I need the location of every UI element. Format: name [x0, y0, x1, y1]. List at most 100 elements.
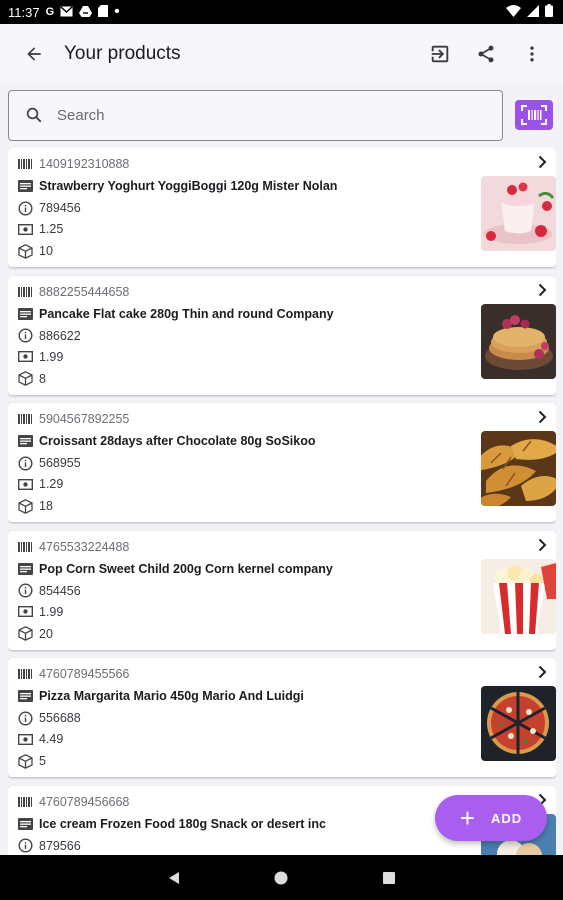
chevron-right-icon[interactable]: [534, 409, 550, 425]
product-name: Croissant 28days after Chocolate 80g SoS…: [39, 434, 316, 448]
label-icon: [18, 306, 33, 321]
import-button[interactable]: [419, 33, 461, 75]
barcode-value: 1409192310888: [39, 157, 130, 171]
search-field[interactable]: [8, 89, 503, 141]
search-icon: [23, 104, 45, 126]
share-button[interactable]: [465, 33, 507, 75]
barcode-row: 5904567892255: [18, 409, 129, 429]
chevron-right-icon[interactable]: [534, 154, 550, 170]
wifi-icon: [506, 4, 521, 20]
product-price: 1.99: [39, 604, 64, 619]
barcode-row: 8882255444658: [18, 282, 129, 302]
name-row: Ice cream Frozen Food 180g Snack or dese…: [18, 814, 326, 834]
info-icon: [18, 838, 33, 853]
import-icon: [431, 45, 449, 63]
price-icon: [18, 732, 33, 747]
barcode-icon: [18, 284, 33, 299]
product-card[interactable]: 4765533224488 Pop Corn Sweet Child 200g …: [8, 530, 556, 650]
code-row: 789456: [18, 198, 81, 218]
product-image-popcorn: [481, 558, 556, 634]
app-bar-actions: [419, 33, 553, 75]
chevron-right-icon[interactable]: [534, 282, 550, 298]
google-icon: G: [45, 6, 55, 18]
more-vert-icon: [530, 46, 534, 62]
code-row: 879566: [18, 836, 81, 856]
search-input[interactable]: [57, 106, 457, 124]
product-card[interactable]: 8882255444658 Pancake Flat cake 280g Thi…: [8, 275, 556, 395]
add-button-label: ADD: [491, 810, 523, 826]
product-code: 568955: [39, 456, 81, 470]
barcode-row: 4760789455566: [18, 664, 129, 684]
product-code: 854456: [39, 583, 81, 598]
name-row: Pancake Flat cake 280g Thin and round Co…: [18, 304, 334, 324]
price-row: 1.29: [18, 474, 63, 494]
quantity-row: 10: [18, 241, 53, 261]
scan-barcode-button[interactable]: [515, 100, 553, 130]
drive-icon: [79, 5, 93, 20]
label-icon: [18, 179, 33, 194]
back-button[interactable]: [10, 30, 58, 78]
product-code: 789456: [39, 201, 81, 215]
barcode-value: 8882255444658: [39, 284, 130, 299]
search-row: [8, 89, 556, 141]
price-row: 4.49: [18, 729, 63, 749]
plus-icon: +: [459, 803, 475, 833]
nav-recents-icon[interactable]: [381, 870, 397, 886]
info-icon: [18, 328, 33, 343]
product-name: Strawberry Yoghurt YoggiBoggi 120g Miste…: [39, 179, 338, 193]
code-row: 556688: [18, 708, 81, 728]
price-icon: [18, 477, 33, 492]
info-icon: [18, 710, 33, 726]
name-row: Croissant 28days after Chocolate 80g SoS…: [18, 431, 315, 451]
product-quantity: 10: [39, 244, 53, 258]
nav-back-icon[interactable]: [166, 870, 182, 886]
add-product-button[interactable]: + ADD: [435, 795, 547, 841]
chevron-right-icon[interactable]: [534, 664, 550, 680]
more-options-button[interactable]: [511, 33, 553, 75]
product-card[interactable]: 1409192310888 Strawberry Yoghurt YoggiBo…: [8, 148, 556, 267]
barcode-row: 4765533224488: [18, 537, 129, 557]
mail-icon: [60, 5, 73, 20]
product-name: Pop Corn Sweet Child 200g Corn kernel co…: [39, 561, 333, 576]
product-price: 4.49: [39, 732, 64, 746]
price-row: 1.25: [18, 219, 63, 239]
price-row: 1.99: [18, 602, 63, 622]
box-icon: [18, 243, 33, 259]
product-name: Pizza Margarita Mario 450g Mario And Lui…: [39, 689, 304, 703]
label-icon: [18, 689, 33, 704]
product-quantity: 8: [39, 371, 46, 386]
barcode-row: 1409192310888: [18, 154, 129, 174]
status-bar: 11:37 G •: [0, 0, 563, 24]
app-bar: Your products: [0, 24, 563, 84]
product-list: 1409192310888 Strawberry Yoghurt YoggiBo…: [8, 148, 556, 855]
barcode-value: 4760789455566: [39, 667, 130, 681]
product-code: 879566: [39, 838, 81, 853]
product-quantity: 18: [39, 499, 53, 513]
label-icon: [18, 561, 33, 576]
product-price: 1.29: [39, 477, 64, 491]
barcode-icon: [18, 794, 33, 809]
product-image-pizza: [481, 686, 556, 761]
product-card[interactable]: 5904567892255 Croissant 28days after Cho…: [8, 403, 556, 522]
nav-home-icon[interactable]: [273, 870, 289, 886]
price-icon: [18, 222, 33, 237]
info-icon: [18, 583, 33, 598]
product-code: 556688: [39, 711, 81, 725]
price-row: 1.99: [18, 347, 63, 367]
name-row: Strawberry Yoghurt YoggiBoggi 120g Miste…: [18, 176, 337, 196]
box-icon: [18, 371, 33, 386]
barcode-row: 4760789456668: [18, 792, 129, 812]
quantity-row: 20: [18, 624, 53, 644]
code-row: 854456: [18, 581, 81, 601]
quantity-row: 18: [18, 496, 53, 516]
product-card[interactable]: 4760789455566 Pizza Margarita Mario 450g…: [8, 658, 556, 777]
barcode-scan-icon: [521, 105, 547, 125]
barcode-value: 5904567892255: [39, 412, 130, 426]
name-row: Pop Corn Sweet Child 200g Corn kernel co…: [18, 559, 333, 579]
page-title: Your products: [64, 43, 181, 64]
chevron-right-icon[interactable]: [534, 537, 550, 553]
signal-icon: [527, 4, 539, 20]
product-name: Ice cream Frozen Food 180g Snack or dese…: [39, 816, 326, 831]
barcode-icon: [18, 412, 33, 427]
status-right: [506, 4, 553, 20]
